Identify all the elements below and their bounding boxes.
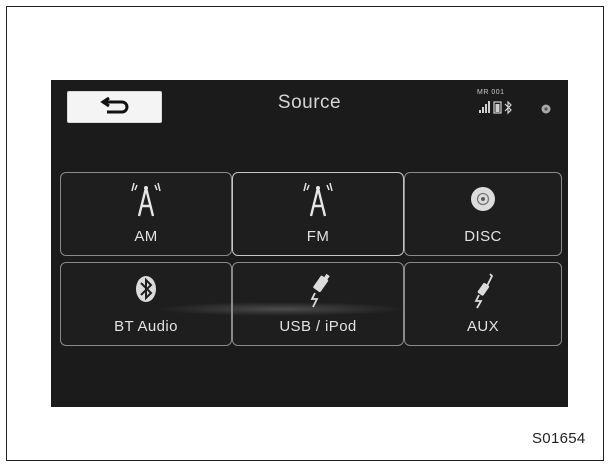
source-tile-am[interactable]: AM [60, 172, 232, 256]
source-tile-bt-audio[interactable]: BT Audio [60, 262, 232, 346]
top-bar: Source MR 001 [51, 80, 568, 140]
radio-antenna-icon [131, 182, 161, 217]
source-label: DISC [464, 228, 502, 245]
source-tile-fm[interactable]: FM [232, 172, 404, 256]
source-tile-disc[interactable]: DISC [404, 172, 562, 256]
head-unit-screen: Source MR 001 AM FM DISC BT Audio USB / … [51, 80, 568, 407]
signal-strength-icon [479, 101, 490, 113]
usb-plug-icon [310, 273, 330, 308]
source-label: FM [306, 228, 330, 245]
status-label: MR 001 [477, 89, 505, 96]
status-area: MR 001 [477, 89, 557, 119]
bluetooth-icon [136, 276, 156, 302]
source-grid: AM FM DISC BT Audio USB / iPod AUX [60, 172, 562, 346]
figure-code: S01654 [532, 430, 586, 447]
source-tile-aux[interactable]: AUX [404, 262, 562, 346]
radio-antenna-icon [303, 182, 333, 217]
source-label: BT Audio [114, 318, 178, 335]
settings-dot-icon[interactable] [541, 104, 551, 114]
source-label: AM [134, 228, 158, 245]
source-tile-usb-ipod[interactable]: USB / iPod [232, 262, 404, 346]
source-label: USB / iPod [279, 318, 357, 335]
aux-plug-icon [474, 273, 494, 309]
disc-icon [471, 187, 495, 211]
source-label: AUX [466, 318, 500, 335]
bluetooth-icon [504, 100, 512, 115]
battery-icon [493, 101, 502, 114]
